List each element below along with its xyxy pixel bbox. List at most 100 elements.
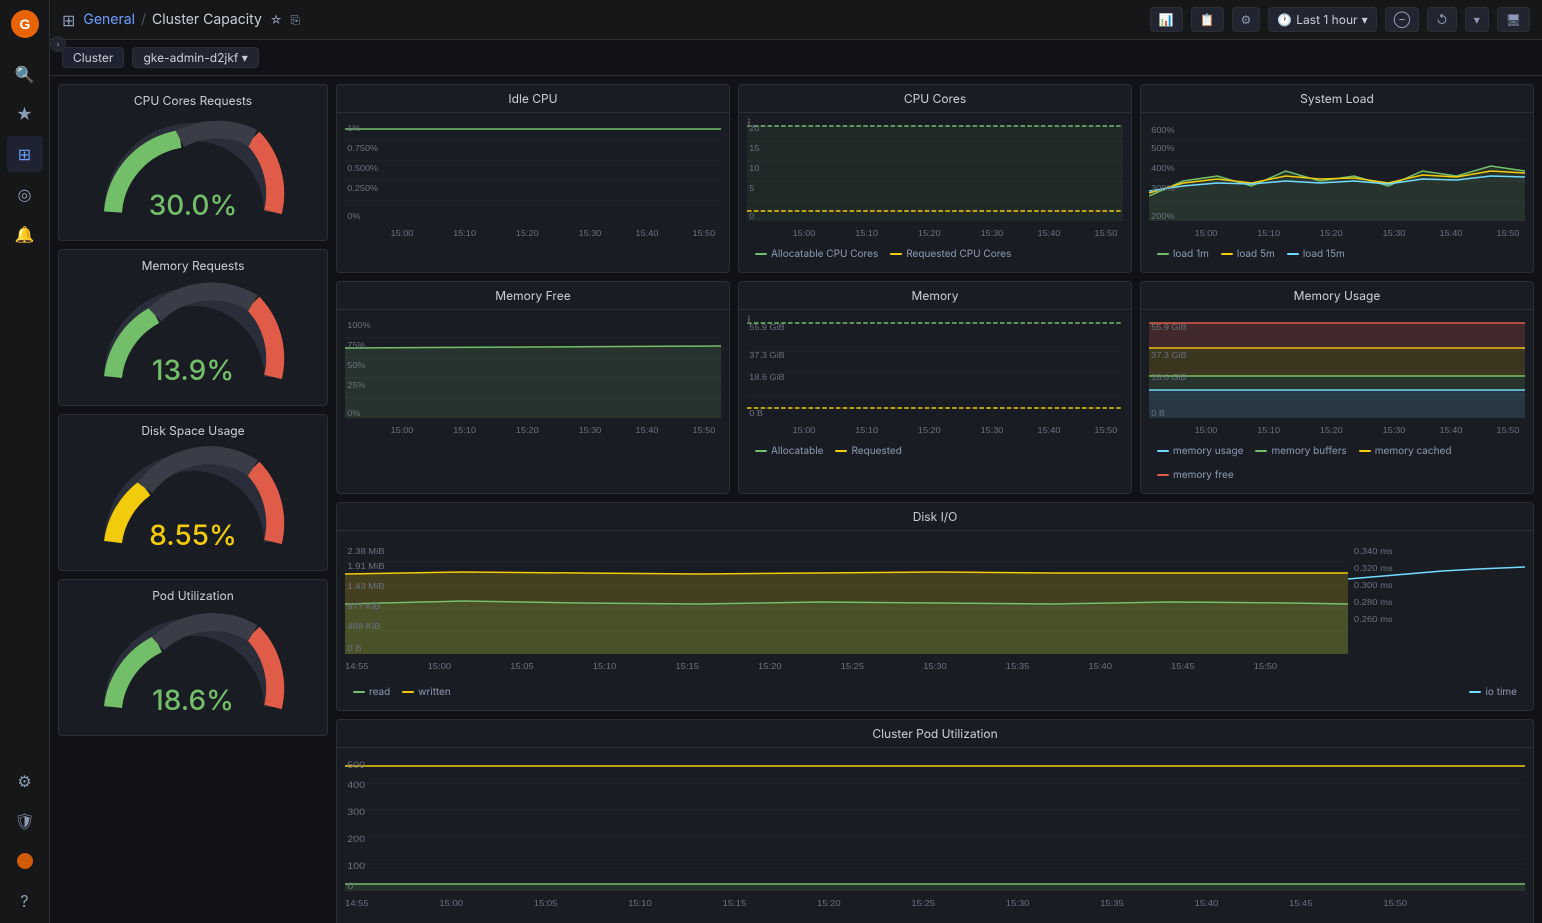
filterbar: Cluster gke-admin-d2jkf ▾ <box>50 40 1542 76</box>
app-logo[interactable]: G <box>9 8 41 40</box>
svg-text:15:50: 15:50 <box>1383 899 1407 908</box>
memory-title: Memory <box>739 282 1131 310</box>
svg-text:0 B: 0 B <box>1151 409 1165 418</box>
svg-text:15:20: 15:20 <box>516 229 539 238</box>
sidebar-item-bell[interactable]: 🔔 <box>7 216 43 252</box>
svg-text:15:35: 15:35 <box>1100 899 1124 908</box>
svg-text:15:30: 15:30 <box>981 229 1004 238</box>
chart-row-1: Idle CPU 1% 0.750% 0.500% <box>336 84 1534 273</box>
svg-text:15:20: 15:20 <box>918 426 941 435</box>
legend-requested-cpu: Requested CPU Cores <box>890 248 1011 260</box>
tv-mode-button[interactable]: 🖥 <box>1497 7 1530 32</box>
settings-button[interactable]: ⚙ <box>1232 7 1261 32</box>
sidebar-toggle[interactable]: › <box>50 36 66 52</box>
cpu-cores-chart: 20 15 10 5 0 15:00 15:10 15:20 15:30 15:… <box>747 121 1123 241</box>
svg-text:1.91 MiB: 1.91 MiB <box>347 562 384 571</box>
svg-text:15:15: 15:15 <box>723 899 747 908</box>
svg-text:15:20: 15:20 <box>817 899 841 908</box>
svg-text:0.280 ms: 0.280 ms <box>1354 598 1393 607</box>
svg-text:15:10: 15:10 <box>453 229 476 238</box>
refresh-dropdown-button[interactable]: ▾ <box>1465 7 1489 32</box>
svg-text:15:45: 15:45 <box>1289 899 1313 908</box>
star-icon[interactable]: ☆ <box>270 12 283 27</box>
sidebar-item-star[interactable]: ★ <box>7 96 43 132</box>
svg-text:15:30: 15:30 <box>923 662 947 671</box>
zoom-out-button[interactable]: ⊖ <box>1385 7 1420 32</box>
svg-text:15:30: 15:30 <box>579 426 602 435</box>
breadcrumb-home[interactable]: General <box>83 11 135 28</box>
topbar: ⊞ General / Cluster Capacity ☆ ⎘ 📊 📋 ⚙ 🕐… <box>50 0 1542 40</box>
cpu-cores-body: ℹ 20 15 <box>739 113 1131 272</box>
svg-text:15:10: 15:10 <box>593 662 617 671</box>
svg-text:200%: 200% <box>1151 212 1175 221</box>
svg-text:0.250%: 0.250% <box>347 184 378 193</box>
main-content: CPU Cores Requests 30.0% <box>50 76 1542 923</box>
share-icon[interactable]: ⎘ <box>290 12 300 28</box>
svg-text:15:15: 15:15 <box>675 662 699 671</box>
svg-text:15:30: 15:30 <box>579 229 602 238</box>
svg-text:400: 400 <box>347 781 365 791</box>
cluster-pod-utilization-chart: 500 400 300 200 100 0 14:55 15:00 15:05 … <box>345 756 1525 916</box>
svg-text:10: 10 <box>749 164 759 173</box>
svg-text:600%: 600% <box>1151 126 1175 135</box>
breadcrumb-sep: / <box>141 11 146 28</box>
cpu-cores-requests-title: CPU Cores Requests <box>67 93 319 108</box>
disk-space-usage-panel: Disk Space Usage 8.55% <box>58 414 328 571</box>
legend-load1m: load 1m <box>1157 248 1209 260</box>
sidebar-item-dashboard[interactable]: ⊞ <box>7 136 43 172</box>
refresh-button[interactable]: ↺ <box>1427 7 1456 32</box>
svg-text:15:50: 15:50 <box>1497 426 1520 435</box>
svg-text:400%: 400% <box>1151 164 1175 173</box>
system-load-legend: load 1m load 5m load 15m <box>1149 244 1525 264</box>
svg-text:0: 0 <box>347 882 353 892</box>
svg-text:15:00: 15:00 <box>1195 426 1218 435</box>
svg-text:977 KiB: 977 KiB <box>347 602 380 611</box>
sidebar-item-explore[interactable]: ◎ <box>7 176 43 212</box>
memory-usage-panel: Memory Usage <box>1140 281 1534 494</box>
svg-text:15:30: 15:30 <box>1383 229 1406 238</box>
clock-icon: 🕐 <box>1277 12 1292 27</box>
memory-requests-value: 13.9% <box>152 353 234 387</box>
svg-text:0: 0 <box>749 212 754 221</box>
time-range-picker[interactable]: 🕐 Last 1 hour ▾ <box>1268 7 1376 32</box>
svg-text:500: 500 <box>347 761 365 771</box>
svg-text:0.320 ms: 0.320 ms <box>1354 564 1393 573</box>
pod-utilization-title: Pod Utilization <box>67 588 319 603</box>
tv-icon: 🖥 <box>1506 12 1521 27</box>
legend-io-time: io time <box>1469 686 1517 698</box>
graph-icon: 📊 <box>1159 12 1174 27</box>
svg-text:0%: 0% <box>347 409 361 418</box>
memory-chart: 55.9 GiB 37.3 GiB 18.6 GiB 0 B 15:00 15:… <box>747 318 1123 438</box>
sidebar: G 🔍 ★ ⊞ ◎ 🔔 ⚙ 🛡 ? <box>0 0 50 923</box>
cluster-pod-utilization-title: Cluster Pod Utilization <box>337 720 1533 748</box>
refresh-icon: ↺ <box>1436 12 1447 27</box>
cpu-cores-legend: Allocatable CPU Cores Requested CPU Core… <box>747 244 1123 264</box>
svg-text:15:40: 15:40 <box>1440 426 1463 435</box>
svg-text:15:10: 15:10 <box>855 426 878 435</box>
svg-text:37.3 GiB: 37.3 GiB <box>1151 351 1187 360</box>
dashboard-icon: ⊞ <box>62 10 75 30</box>
sidebar-item-settings[interactable]: ⚙ <box>7 763 43 799</box>
cpu-cores-requests-gauge: CPU Cores Requests 30.0% <box>59 85 327 240</box>
zoom-out-icon: ⊖ <box>1394 12 1411 27</box>
pod-utilization-panel: Pod Utilization 18.6% <box>58 579 328 736</box>
svg-text:15:00: 15:00 <box>793 229 816 238</box>
svg-text:15:40: 15:40 <box>1038 426 1061 435</box>
svg-text:15:00: 15:00 <box>391 229 414 238</box>
system-load-title: System Load <box>1141 85 1533 113</box>
sidebar-item-grafana[interactable] <box>7 843 43 879</box>
legend-allocatable-cpu: Allocatable CPU Cores <box>755 248 878 260</box>
svg-text:15:50: 15:50 <box>1095 426 1118 435</box>
graph-type-button[interactable]: 📊 <box>1150 7 1183 32</box>
svg-text:15:40: 15:40 <box>1195 899 1219 908</box>
memory-info-icon: ℹ <box>747 314 751 326</box>
memory-requests-panel: Memory Requests 13.9% <box>58 249 328 406</box>
svg-text:15:50: 15:50 <box>693 229 716 238</box>
cluster-filter-select[interactable]: gke-admin-d2jkf ▾ <box>132 47 258 68</box>
svg-text:15:40: 15:40 <box>636 426 659 435</box>
sidebar-item-search[interactable]: 🔍 <box>7 56 43 92</box>
sidebar-item-help[interactable]: ? <box>7 883 43 919</box>
table-view-button[interactable]: 📋 <box>1191 7 1224 32</box>
sidebar-item-shield[interactable]: 🛡 <box>7 803 43 839</box>
svg-text:1%: 1% <box>347 124 361 133</box>
